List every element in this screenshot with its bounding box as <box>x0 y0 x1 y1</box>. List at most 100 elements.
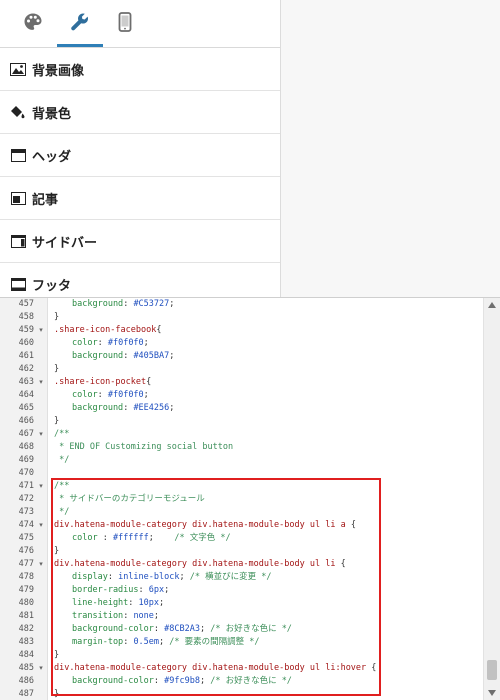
code-line: background-color: #9fc9b8; /* お好きな色に */ <box>72 675 292 688</box>
code-token: background-color <box>72 624 154 634</box>
menu-item-article[interactable]: 記事 <box>0 177 280 220</box>
line-number-gutter: 457 458 459 ▾ 460 461 462 463 ▾ 464 465 466 467 ▾ 468 4… <box>0 298 48 700</box>
line-number: 472 <box>18 494 34 504</box>
line-number: 485 <box>18 663 34 673</box>
code-token: none <box>133 611 154 621</box>
code-token: #405BA7 <box>133 351 170 361</box>
menu-item-background-color[interactable]: 背景色 <box>0 91 280 134</box>
layout-sidebar-icon <box>10 234 26 248</box>
code-token: inline-block <box>118 572 180 582</box>
fold-arrow-icon[interactable]: ▾ <box>37 519 45 532</box>
code-token: ; <box>143 390 149 400</box>
code-token: color <box>72 338 98 348</box>
line-number: 458 <box>18 312 34 322</box>
code-line: background: #C53727; <box>72 298 174 311</box>
wrench-icon <box>70 12 90 36</box>
code-area[interactable]: background: #C53727;} .share-icon-faceboo… <box>48 298 484 700</box>
code-line: } <box>54 688 59 700</box>
menu-item-background-image[interactable]: 背景画像 <box>0 48 280 91</box>
code-token: : <box>123 637 134 647</box>
code-line: /** <box>54 480 69 493</box>
code-token: background <box>72 403 124 413</box>
menu-item-label: フッタ <box>32 278 72 294</box>
preview-area <box>281 0 500 297</box>
code-line: transition: none; <box>72 610 159 623</box>
menu-item-label: 背景色 <box>32 106 72 122</box>
scroll-down-arrow-icon[interactable] <box>484 686 500 700</box>
line-number: 459 <box>18 325 34 335</box>
code-token: /** <box>54 429 70 439</box>
code-token: ; <box>159 637 170 647</box>
code-token: line-height <box>72 598 129 608</box>
line-number: 461 <box>18 351 34 361</box>
fold-arrow-icon[interactable]: ▾ <box>37 376 45 389</box>
code-line: .share-icon-facebook{ <box>54 324 161 337</box>
scroll-up-arrow-icon[interactable] <box>484 298 500 312</box>
code-line: } <box>54 649 59 662</box>
code-token: /** <box>54 481 70 491</box>
code-token: color <box>72 533 98 543</box>
code-token: 0.5em <box>133 637 160 647</box>
code-line: } <box>54 363 59 376</box>
code-token: #EE4256 <box>133 403 170 413</box>
code-token: margin-top <box>72 637 124 647</box>
tab-smartphone[interactable] <box>102 0 148 47</box>
code-token: * サイドバーのカテゴリーモジュール <box>54 494 205 504</box>
line-number: 457 <box>18 299 34 309</box>
code-token: } <box>54 416 60 426</box>
code-line: color: #f0f0f0; <box>72 389 149 402</box>
code-line: /** <box>54 428 69 441</box>
code-token: : <box>97 533 113 543</box>
tab-customize[interactable] <box>57 0 103 47</box>
code-token: ; <box>199 676 211 686</box>
code-token: border-radius <box>72 585 139 595</box>
tab-design[interactable] <box>10 0 56 47</box>
scrollbar-thumb[interactable] <box>487 660 497 680</box>
code-line: div.hatena-module-category div.hatena-mo… <box>54 519 356 532</box>
fold-arrow-icon[interactable]: ▾ <box>37 480 45 493</box>
menu-item-footer[interactable]: フッタ <box>0 263 280 297</box>
fold-arrow-icon[interactable]: ▾ <box>37 558 45 571</box>
vertical-scrollbar[interactable] <box>483 298 500 700</box>
mobile-icon <box>118 11 132 36</box>
code-token: : <box>107 572 119 582</box>
code-token: div.hatena-module-category div.hatena-mo… <box>54 559 336 569</box>
code-token: ; <box>179 572 190 582</box>
code-line: color: #f0f0f0; <box>72 337 149 350</box>
fold-arrow-icon[interactable]: ▾ <box>37 428 45 441</box>
code-line: } <box>54 415 59 428</box>
code-line: * END OF Customizing social button <box>54 441 233 454</box>
code-token: 6px <box>148 585 165 595</box>
code-token: : <box>123 611 134 621</box>
code-token: { <box>335 559 346 569</box>
menu-item-label: ヘッダ <box>32 149 72 165</box>
code-token: ; <box>199 624 211 634</box>
line-number: 480 <box>18 598 34 608</box>
code-line: .share-icon-pocket{ <box>54 376 151 389</box>
layout-header-icon <box>10 148 26 162</box>
code-token: */ <box>54 507 70 517</box>
line-number: 460 <box>18 338 34 348</box>
menu-item-sidebar[interactable]: サイドバー <box>0 220 280 263</box>
line-number: 482 <box>18 624 34 634</box>
code-token: #f0f0f0 <box>107 338 144 348</box>
menu-item-header[interactable]: ヘッダ <box>0 134 280 177</box>
code-token: : <box>123 403 134 413</box>
layout-footer-icon <box>10 277 26 291</box>
code-token: background-color <box>72 676 154 686</box>
code-line: background-color: #8CB2A3; /* お好きな色に */ <box>72 623 292 636</box>
line-number: 462 <box>18 364 34 374</box>
code-line: * サイドバーのカテゴリーモジュール <box>54 493 205 506</box>
code-token: : <box>97 338 108 348</box>
line-number: 486 <box>18 676 34 686</box>
menu-item-label: サイドバー <box>32 235 98 251</box>
code-token: { <box>366 663 377 673</box>
fold-arrow-icon[interactable]: ▾ <box>37 662 45 675</box>
design-sidebar: 背景画像 背景色 ヘッダ 記事 サイドバー フッタ <box>0 0 281 297</box>
fold-arrow-icon[interactable]: ▾ <box>37 324 45 337</box>
css-code-editor[interactable]: 457 458 459 ▾ 460 461 462 463 ▾ 464 465 466 467 ▾ 468 4… <box>0 297 500 700</box>
code-token: : <box>153 676 165 686</box>
code-token: ; <box>169 299 175 309</box>
code-token: #f0f0f0 <box>107 390 144 400</box>
code-token: */ <box>54 455 70 465</box>
